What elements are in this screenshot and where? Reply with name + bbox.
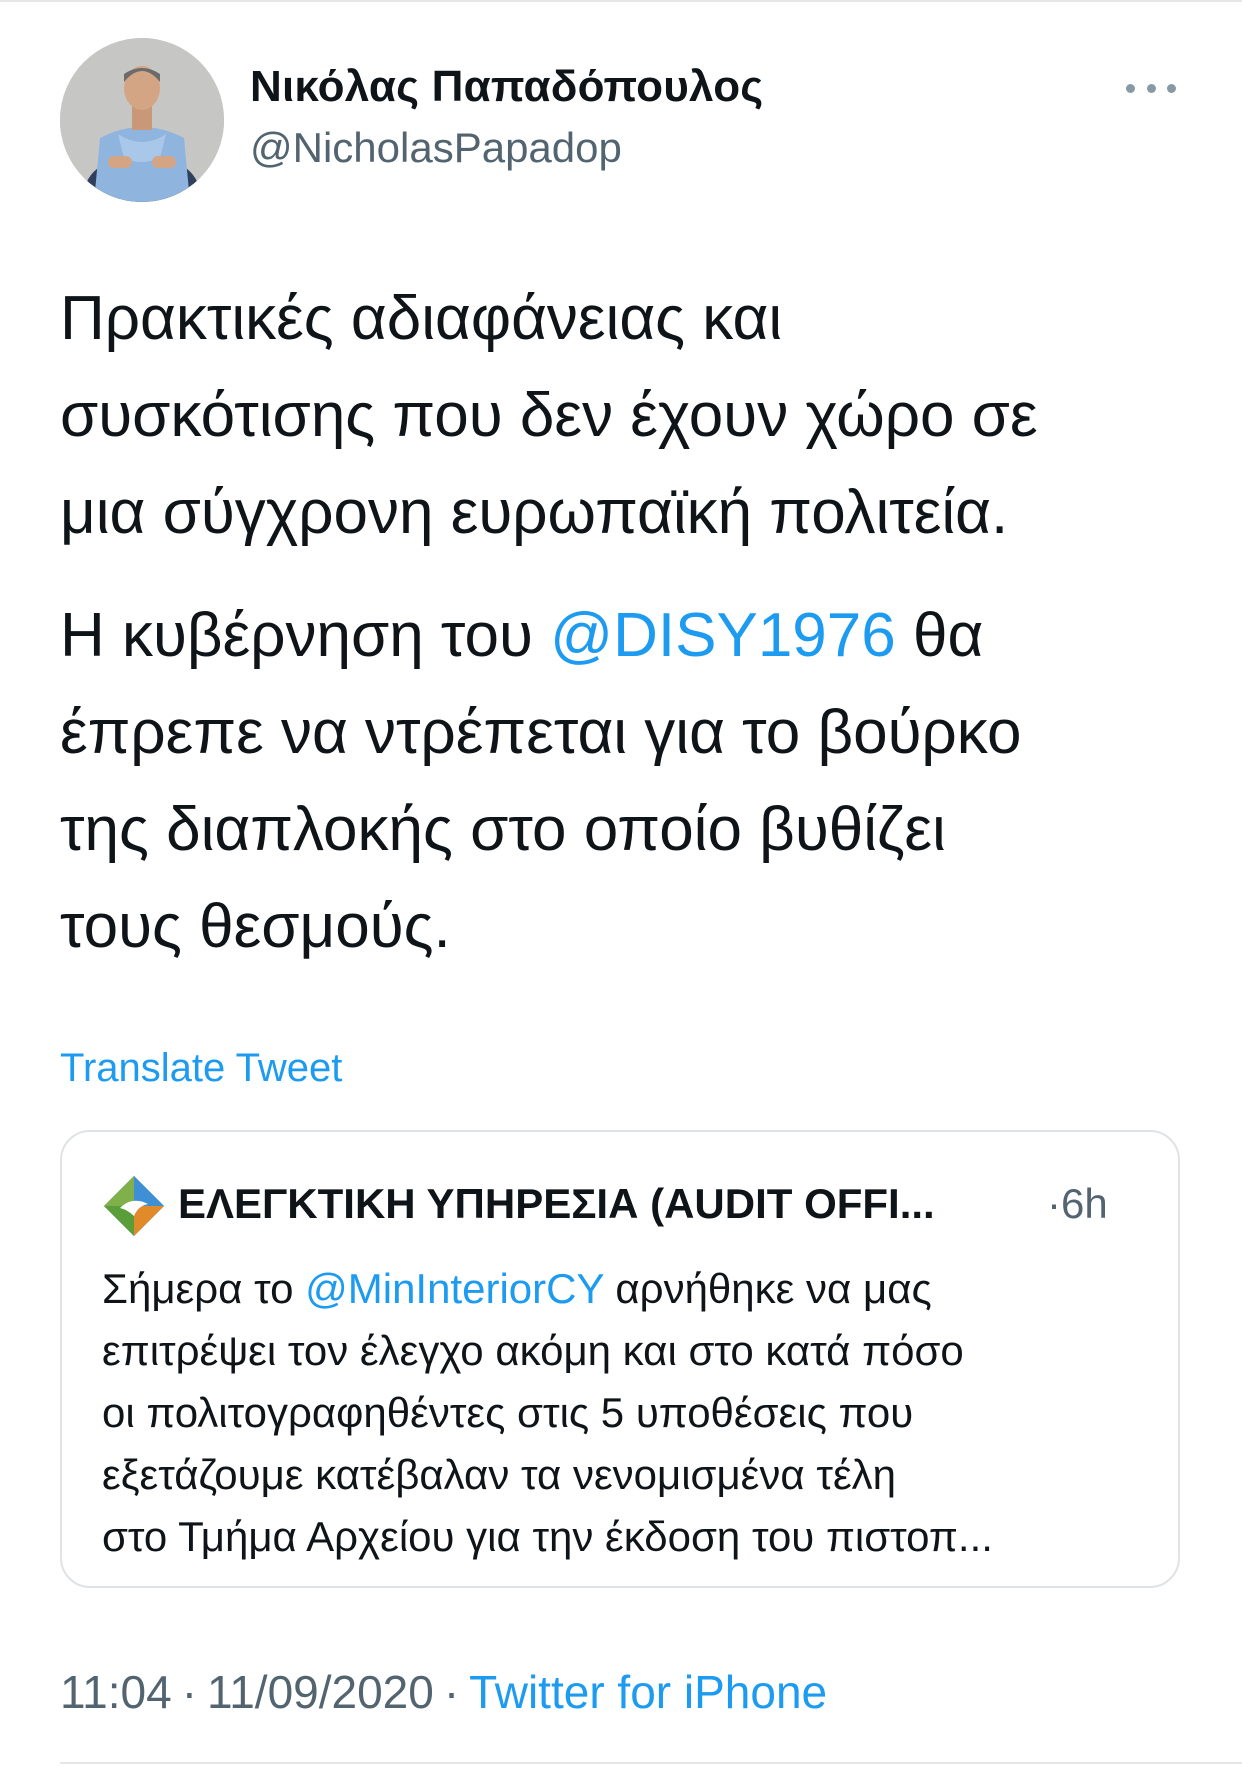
tweet-date: 11/09/2020 xyxy=(207,1666,434,1718)
mention-link-disy[interactable]: @DISY1976 xyxy=(550,601,896,670)
dot xyxy=(1146,83,1156,93)
tweet-text-segment: Η κυβέρνηση του xyxy=(60,601,551,670)
bottom-divider xyxy=(60,1762,1242,1764)
quoted-text-segment: αρνήθηκε να μας xyxy=(603,1265,932,1312)
tweet-source-link[interactable]: Twitter for iPhone xyxy=(469,1666,827,1718)
quoted-line: εξετάζουμε κατέβαλαν τα νενομισμένα τέλη xyxy=(102,1451,897,1498)
tweet-line: έπρεπε να ντρέπεται για το βούρκο xyxy=(60,698,1022,767)
tweet-line: Πρακτικές αδιαφάνειας και xyxy=(60,284,783,353)
separator: · xyxy=(443,1666,460,1718)
mention-mininteriorcy: @MinInteriorCY xyxy=(305,1265,604,1312)
tweet-paragraph-2: Η κυβέρνηση του @DISY1976 θα έπρεπε να ν… xyxy=(60,587,1190,975)
quoted-tweet-card[interactable]: ΕΛΕΓΚΤΙΚΗ ΥΠΗΡΕΣΙΑ (AUDIT OFFI... ·6h Σή… xyxy=(60,1130,1180,1588)
top-divider xyxy=(0,0,1242,2)
quoted-line: επιτρέψει τον έλεγχο ακόμη και στο κατά … xyxy=(102,1327,964,1374)
author-display-name[interactable]: Νικόλας Παπαδόπουλος xyxy=(250,62,763,112)
quoted-line: στο Τμήμα Αρχείου για την έκδοση του πισ… xyxy=(102,1513,993,1560)
tweet-paragraph-1: Πρακτικές αδιαφάνειας και συσκότισης που… xyxy=(60,270,1190,561)
dot xyxy=(1167,83,1176,93)
tweet-line: συσκότισης που δεν έχουν χώρο σε xyxy=(60,381,1038,450)
tweet-text-segment: θα xyxy=(895,601,984,670)
audit-office-logo-icon xyxy=(102,1174,166,1238)
ellipsis-icon[interactable] xyxy=(1126,78,1176,98)
tweet-line: μια σύγχρονη ευρωπαϊκή πολιτεία. xyxy=(60,478,1009,547)
avatar[interactable] xyxy=(60,38,224,202)
separator: · xyxy=(181,1666,198,1718)
quoted-line: Σήμερα το @MinInteriorCY αρνήθηκε να μας xyxy=(102,1258,1152,1320)
tweet-metadata: 11:04 · 11/09/2020 · Twitter for iPhone xyxy=(60,1665,827,1719)
quoted-tweet-text: Σήμερα το @MinInteriorCY αρνήθηκε να μας… xyxy=(102,1258,1152,1568)
tweet-text: Πρακτικές αδιαφάνειας και συσκότισης που… xyxy=(60,270,1190,975)
profile-photo-icon xyxy=(60,38,224,202)
tweet-detail: Νικόλας Παπαδόπουλος @NicholasPapadop Πρ… xyxy=(0,0,1242,1776)
quoted-text-segment: Σήμερα το xyxy=(102,1265,306,1312)
tweet-line: τους θεσμούς. xyxy=(60,892,451,961)
quoted-line: οι πολιτογραφηθέντες στις 5 υποθέσεις πο… xyxy=(102,1389,914,1436)
tweet-line: Η κυβέρνηση του @DISY1976 θα xyxy=(60,587,1190,684)
dot xyxy=(1126,83,1135,93)
tweet-line: της διαπλοκής στο οποίο βυθίζει xyxy=(60,795,946,864)
tweet-time: 11:04 xyxy=(60,1666,172,1718)
quoted-timestamp: ·6h xyxy=(1047,1180,1108,1227)
author-handle[interactable]: @NicholasPapadop xyxy=(250,124,622,172)
translate-tweet-link[interactable]: Translate Tweet xyxy=(60,1046,342,1091)
quoted-author-name: ΕΛΕΓΚΤΙΚΗ ΥΠΗΡΕΣΙΑ (AUDIT OFFI... xyxy=(178,1180,935,1227)
